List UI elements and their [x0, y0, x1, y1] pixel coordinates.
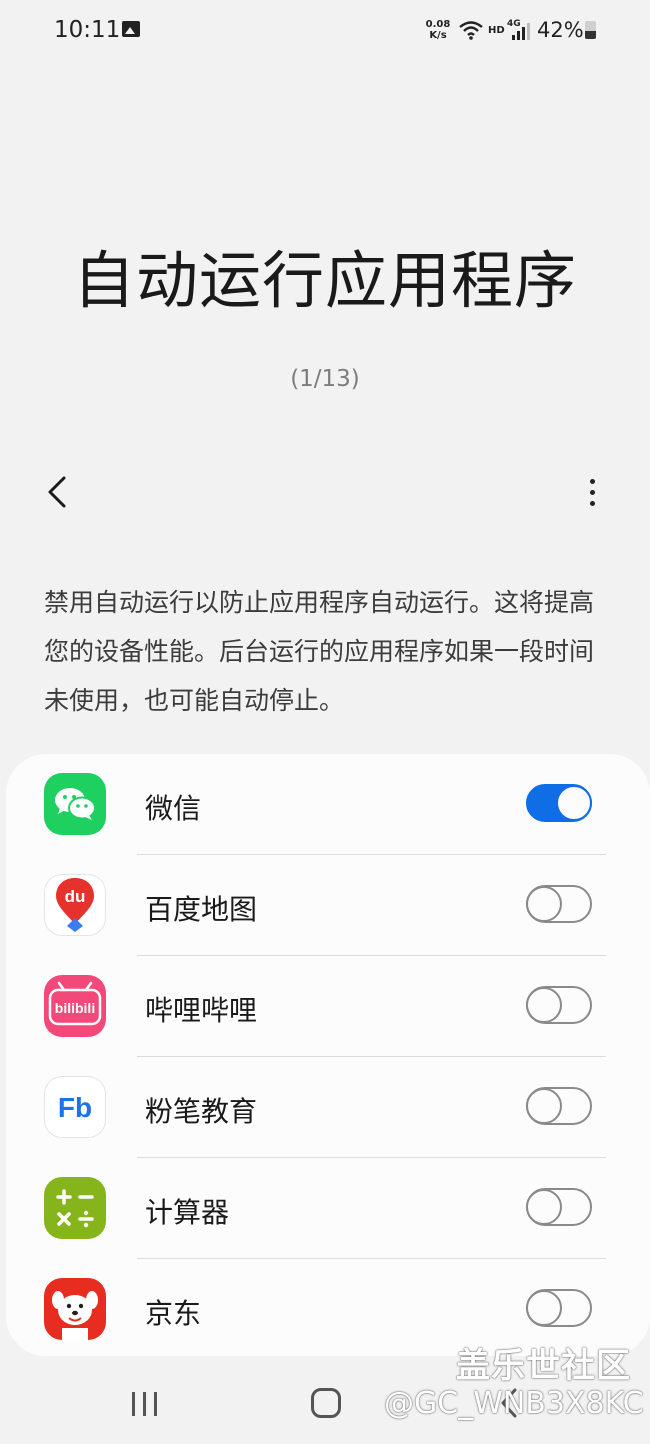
autorun-toggle[interactable]	[526, 1087, 592, 1125]
wechat-icon	[44, 773, 106, 835]
list-item-calculator[interactable]: 计算器	[6, 1158, 650, 1259]
network-speed-unit: K/s	[429, 30, 447, 41]
baidu-map-logo-text: du	[65, 887, 86, 906]
battery-level-fill	[585, 31, 596, 39]
list-item-wechat[interactable]: 微信	[6, 754, 650, 855]
list-item-fenbi[interactable]: Fb 粉笔教育	[6, 1057, 650, 1158]
more-options-button[interactable]	[572, 470, 612, 514]
watermark-title: 盖乐世社区	[456, 1346, 631, 1386]
status-time: 10:11	[54, 17, 121, 43]
toggle-knob	[526, 1189, 562, 1225]
list-item-baidu-map[interactable]: du 百度地图	[6, 855, 650, 956]
network-speed-value: 0.08	[425, 19, 451, 30]
autorun-toggle[interactable]	[526, 986, 592, 1024]
jd-icon	[44, 1278, 106, 1340]
recent-apps-button[interactable]	[130, 1388, 160, 1418]
calculator-icon	[44, 1177, 106, 1239]
home-button[interactable]	[311, 1388, 341, 1418]
toggle-knob	[556, 785, 592, 821]
autorun-toggle[interactable]	[526, 1188, 592, 1226]
app-name: 粉笔教育	[145, 1095, 258, 1128]
battery-icon	[585, 21, 596, 39]
baidu-map-icon: du	[44, 874, 106, 936]
app-name: 京东	[145, 1297, 202, 1330]
signal-strength-icon	[512, 23, 530, 40]
more-dot-icon	[590, 490, 595, 495]
toggle-knob	[526, 886, 562, 922]
app-name: 微信	[145, 792, 202, 825]
bilibili-logo-text: bilibili	[55, 1000, 95, 1016]
page-title: 自动运行应用程序	[72, 244, 577, 317]
autorun-toggle[interactable]	[526, 1289, 592, 1327]
battery-percent: 42%	[537, 18, 584, 42]
toggle-knob	[526, 1088, 562, 1124]
image-notification-icon	[122, 21, 140, 37]
app-name: 计算器	[145, 1196, 230, 1229]
wifi-icon	[459, 21, 483, 40]
page-counter: (1/13)	[290, 366, 360, 392]
toggle-knob	[526, 987, 562, 1023]
more-dot-icon	[590, 479, 595, 484]
app-list: 微信 du 百度地图 bilibili 哔哩哔哩 Fb 粉笔教育 计算器 京东	[6, 754, 650, 1356]
fenbi-icon: Fb	[44, 1076, 106, 1138]
bilibili-icon: bilibili	[44, 975, 106, 1037]
more-dot-icon	[590, 501, 595, 506]
toggle-knob	[526, 1290, 562, 1326]
autorun-toggle[interactable]	[526, 885, 592, 923]
description-text: 禁用自动运行以防止应用程序自动运行。这将提高您的设备性能。后台运行的应用程序如果…	[44, 588, 595, 715]
list-item-bilibili[interactable]: bilibili 哔哩哔哩	[6, 956, 650, 1057]
recents-bar-icon	[154, 1392, 157, 1416]
watermark-user: @GC_WNB3X8KC	[384, 1386, 644, 1421]
recents-bar-icon	[143, 1392, 146, 1416]
hd-voice-badge: HD	[488, 25, 505, 36]
back-button[interactable]	[36, 470, 80, 514]
autorun-toggle[interactable]	[526, 784, 592, 822]
app-name: 哔哩哔哩	[145, 994, 258, 1027]
status-bar: 10:11 0.08 K/s HD 4G 42%	[0, 0, 650, 64]
chevron-left-icon	[48, 476, 66, 508]
fenbi-logo-text: Fb	[58, 1092, 92, 1123]
network-speed: 0.08 K/s	[425, 19, 451, 41]
recents-bar-icon	[132, 1392, 135, 1416]
app-name: 百度地图	[145, 893, 258, 926]
